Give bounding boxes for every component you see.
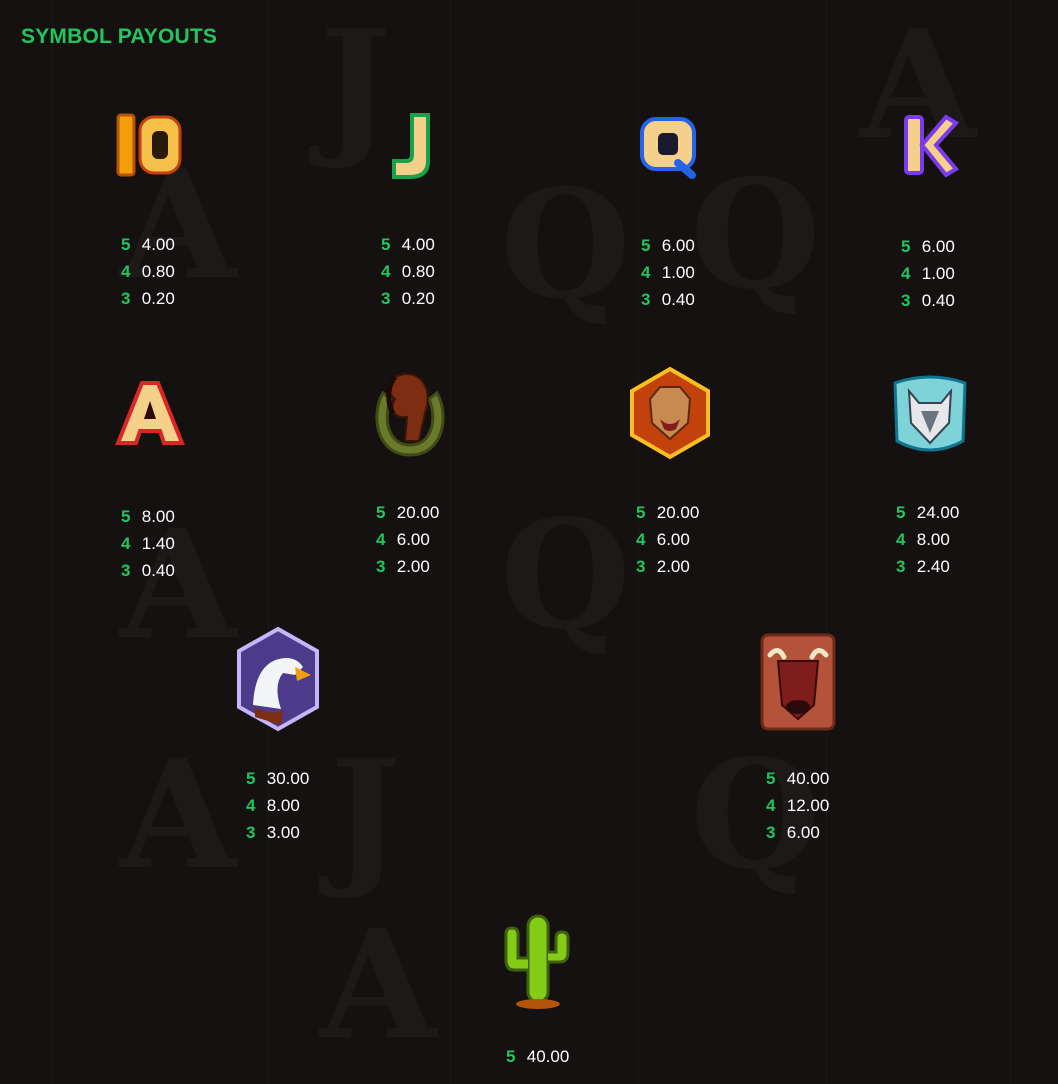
payout-list-king: 5 6.00 4 1.00 3 0.40 — [901, 233, 955, 314]
payout-row: 3 0.20 — [121, 289, 175, 308]
payout-list-ten: 5 4.00 4 0.80 3 0.20 — [121, 231, 175, 312]
payout-row: 3 0.20 — [381, 289, 435, 308]
queen-icon — [610, 90, 730, 200]
payout-list-wolf: 5 24.00 4 8.00 3 2.40 — [896, 499, 959, 580]
payout-list-jack: 5 4.00 4 0.80 3 0.20 — [381, 231, 435, 312]
payout-list-ace: 5 8.00 4 1.40 3 0.40 — [121, 503, 175, 584]
cougar-icon — [610, 358, 730, 468]
payout-row: 4 0.80 — [121, 262, 175, 281]
payout-row: 3 0.40 — [121, 561, 175, 580]
payout-row: 5 24.00 — [896, 503, 960, 522]
payout-row: 5 40.00 — [766, 769, 830, 788]
payout-row: 5 8.00 — [121, 507, 175, 526]
payout-row: 5 30.00 — [246, 769, 310, 788]
ten-icon — [90, 90, 210, 200]
payout-row: 4 6.00 — [376, 530, 430, 549]
ace-icon — [90, 358, 210, 468]
payout-list-queen: 5 6.00 4 1.00 3 0.40 — [641, 232, 695, 313]
payout-list-cougar: 5 20.00 4 6.00 3 2.00 — [636, 499, 699, 580]
payout-row: 3 3.00 — [246, 823, 300, 842]
payout-row: 5 40.00 — [506, 1047, 570, 1066]
horse-icon — [350, 358, 470, 468]
payout-row: 5 20.00 — [376, 503, 440, 522]
payout-row: 3 2.00 — [376, 557, 430, 576]
eagle-icon — [218, 625, 338, 735]
payout-row: 4 8.00 — [246, 796, 300, 815]
payout-row: 4 1.00 — [641, 263, 695, 282]
payout-row: 3 2.40 — [896, 557, 950, 576]
payout-row: 4 8.00 — [896, 530, 950, 549]
jack-icon — [350, 90, 470, 200]
payout-row: 5 4.00 — [381, 235, 435, 254]
page-title: SYMBOL PAYOUTS — [21, 25, 218, 48]
payout-list-horse: 5 20.00 4 6.00 3 2.00 — [376, 499, 439, 580]
king-icon — [870, 90, 990, 200]
payout-row: 4 12.00 — [766, 796, 830, 815]
bison-icon — [738, 625, 858, 735]
payout-row: 3 6.00 — [766, 823, 820, 842]
payout-row: 5 4.00 — [121, 235, 175, 254]
cactus-icon — [478, 905, 598, 1015]
payout-row: 4 6.00 — [636, 530, 690, 549]
payout-row: 4 0.80 — [381, 262, 435, 281]
payout-list-eagle: 5 30.00 4 8.00 3 3.00 — [246, 765, 309, 846]
payout-row: 4 1.00 — [901, 264, 955, 283]
payout-row: 5 6.00 — [641, 236, 695, 255]
payout-row: 5 6.00 — [901, 237, 955, 256]
wolf-icon — [870, 358, 990, 468]
payout-list-bison: 5 40.00 4 12.00 3 6.00 — [766, 765, 829, 846]
payout-row: 5 20.00 — [636, 503, 700, 522]
payout-row: 4 1.40 — [121, 534, 175, 553]
payout-row: 3 2.00 — [636, 557, 690, 576]
payout-row: 3 0.40 — [641, 290, 695, 309]
payout-row: 3 0.40 — [901, 291, 955, 310]
payout-list-cactus: 5 40.00 — [506, 1043, 569, 1070]
